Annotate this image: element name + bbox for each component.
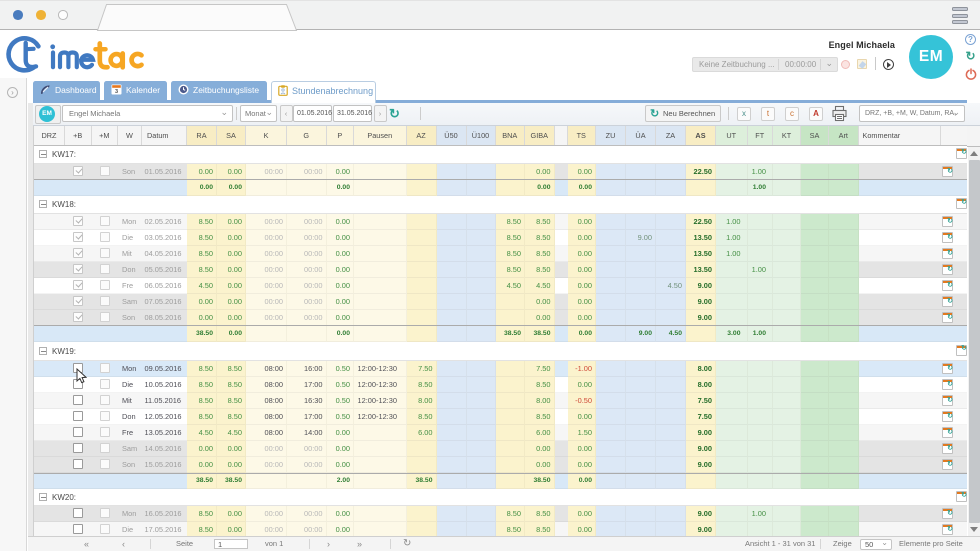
svg-text:3: 3	[115, 89, 118, 95]
